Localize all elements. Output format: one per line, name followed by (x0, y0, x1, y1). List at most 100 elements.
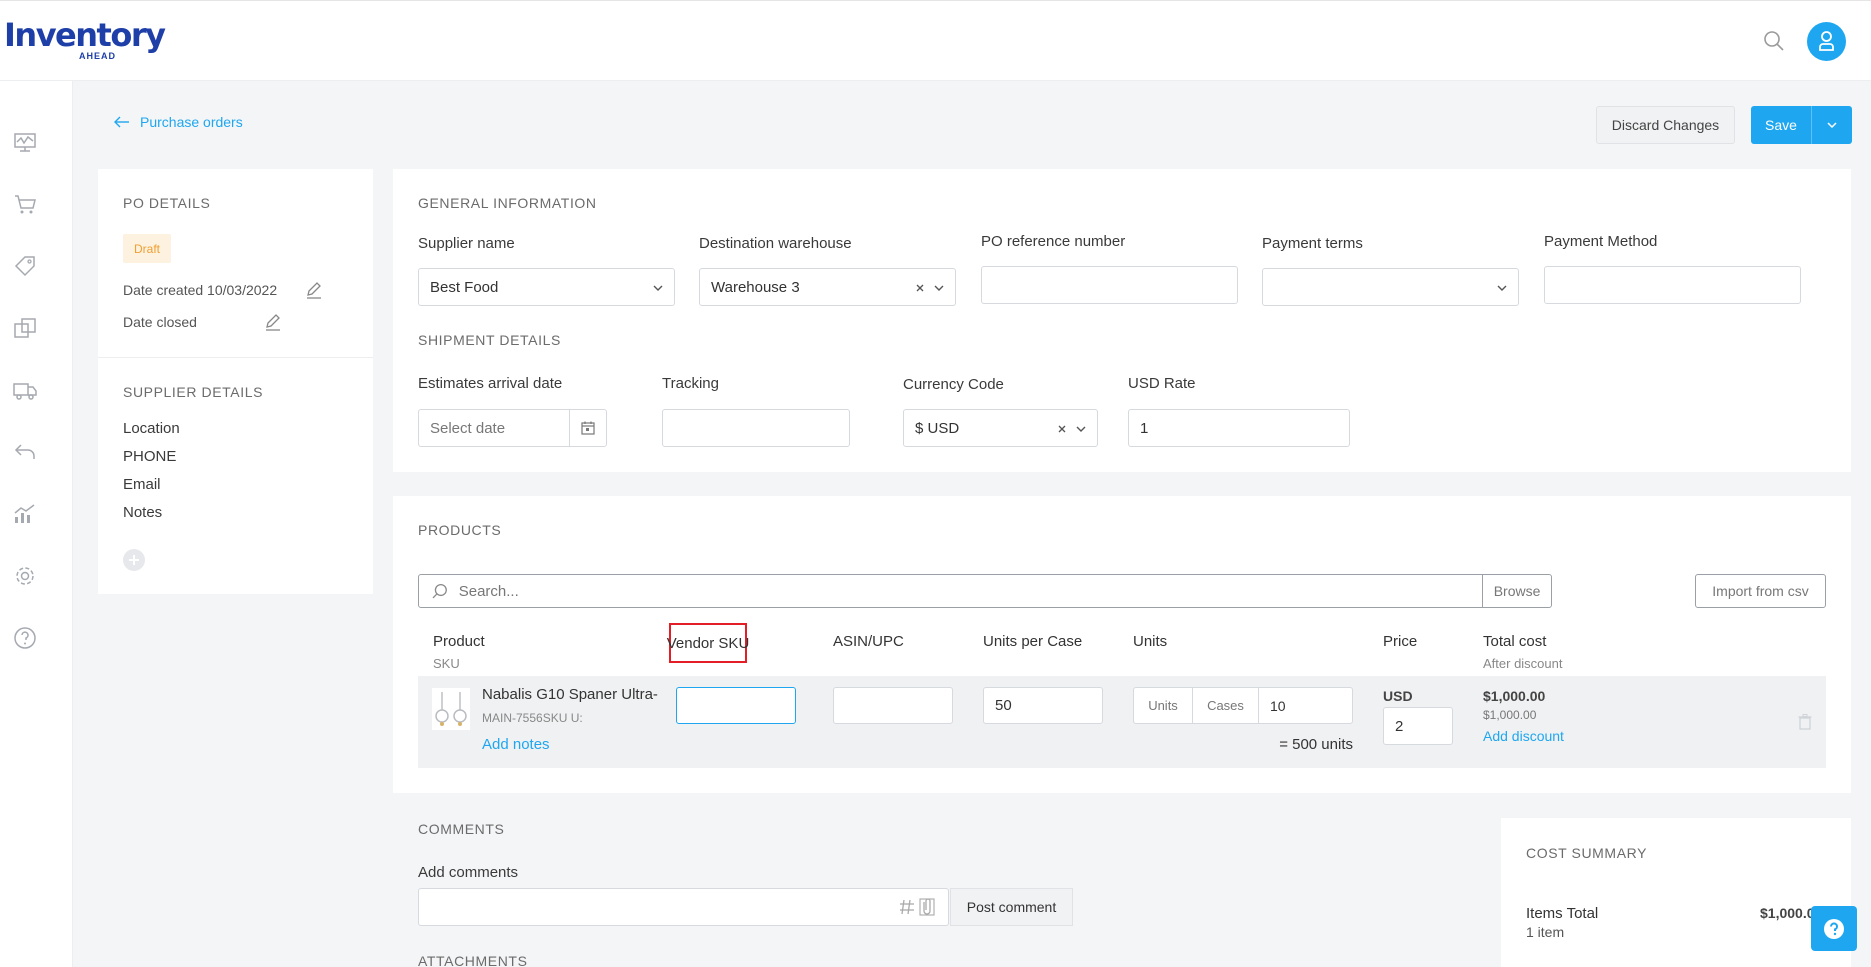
column-subheader-sku: SKU (433, 656, 460, 671)
po-reference-input[interactable] (981, 266, 1238, 304)
calendar-icon (581, 421, 595, 435)
general-info-title: GENERAL INFORMATION (418, 195, 597, 211)
add-supplier-detail-button[interactable] (122, 548, 146, 572)
usd-rate-input[interactable]: 1 (1128, 409, 1350, 447)
warehouse-value: Warehouse 3 (711, 278, 800, 296)
products-title: PRODUCTS (418, 522, 502, 538)
app-logo[interactable]: Inventory AHEAD (4, 19, 166, 61)
tag-icon[interactable] (12, 253, 38, 279)
general-info-card: GENERAL INFORMATION Supplier name Best F… (393, 169, 1851, 472)
usd-rate-label: USD Rate (1128, 375, 1196, 392)
return-icon[interactable] (12, 439, 38, 465)
supplier-notes: Notes (123, 504, 163, 521)
table-row: Nabalis G10 Spaner Ultra- MAIN-7556SKU U… (418, 676, 1826, 768)
import-csv-button[interactable]: Import from csv (1695, 574, 1826, 608)
column-header-asin: ASIN/UPC (833, 633, 904, 650)
tracking-input[interactable] (662, 409, 850, 447)
post-comment-button[interactable]: Post comment (950, 888, 1073, 926)
edit-date-closed-icon[interactable] (264, 313, 282, 331)
arrival-date-placeholder: Select date (430, 419, 506, 437)
analytics-icon[interactable] (12, 501, 38, 527)
hashtag-icon[interactable] (899, 898, 915, 916)
save-button[interactable]: Save (1751, 106, 1812, 144)
supplier-name-select[interactable]: Best Food (418, 268, 675, 306)
add-discount-link[interactable]: Add discount (1483, 728, 1564, 744)
search-icon[interactable] (1762, 29, 1786, 53)
trash-icon[interactable] (1798, 714, 1812, 730)
user-icon (1819, 31, 1834, 51)
column-header-product: Product (433, 633, 485, 650)
total-after-discount: $1,000.00 (1483, 708, 1537, 722)
currency-code-value: $ USD (915, 419, 960, 437)
units-total: = 500 units (1279, 736, 1353, 753)
cases-toggle[interactable]: Cases (1193, 688, 1259, 723)
top-bar: Inventory AHEAD (0, 0, 1871, 81)
warehouse-select[interactable]: Warehouse 3 (699, 268, 956, 306)
supplier-email: Email (123, 476, 161, 493)
discard-changes-button[interactable]: Discard Changes (1596, 106, 1735, 144)
clear-icon[interactable] (915, 283, 925, 293)
tracking-label: Tracking (662, 375, 719, 392)
warehouse-label: Destination warehouse (699, 235, 852, 252)
cost-summary-title: COST SUMMARY (1526, 845, 1648, 861)
date-closed: Date closed (123, 314, 197, 330)
units-toggle[interactable]: Units (1134, 688, 1193, 723)
breadcrumb[interactable]: Purchase orders (114, 114, 243, 130)
vendor-sku-input[interactable] (676, 687, 796, 724)
attachment-icon[interactable] (919, 898, 935, 916)
supplier-phone: PHONE (123, 448, 177, 465)
add-notes-link[interactable]: Add notes (482, 736, 550, 753)
asin-upc-input[interactable] (833, 687, 953, 724)
date-created: Date created 10/03/2022 (123, 282, 278, 298)
column-header-units-per-case: Units per Case (983, 633, 1083, 650)
product-sku: MAIN-7556SKU U: (482, 711, 583, 725)
cases-quantity-input[interactable]: 10 (1259, 698, 1286, 714)
price-input[interactable]: 2 (1383, 707, 1453, 745)
chevron-down-icon (653, 285, 663, 291)
edit-date-created-icon[interactable] (305, 281, 323, 299)
gear-icon[interactable] (12, 563, 38, 589)
truck-icon[interactable] (12, 377, 38, 403)
cart-icon[interactable] (12, 191, 38, 217)
add-comments-label: Add comments (418, 864, 519, 881)
payment-terms-select[interactable] (1262, 268, 1519, 306)
supplier-name-value: Best Food (430, 278, 499, 296)
breadcrumb-link[interactable]: Purchase orders (140, 114, 243, 130)
help-chat-button[interactable] (1811, 906, 1857, 951)
currency-code-label: Currency Code (903, 376, 1004, 393)
arrow-left-icon (114, 116, 129, 128)
units-cases-control: Units Cases 10 (1133, 687, 1353, 724)
save-button-group: Save (1751, 106, 1852, 144)
column-header-price: Price (1383, 633, 1418, 650)
chevron-down-icon (1076, 426, 1086, 432)
user-avatar[interactable] (1807, 22, 1846, 61)
divider (98, 357, 373, 358)
browse-button[interactable]: Browse (1482, 575, 1551, 607)
help-icon[interactable] (12, 625, 38, 651)
help-icon (1824, 918, 1844, 939)
payment-method-input[interactable] (1544, 266, 1801, 304)
clear-icon[interactable] (1057, 424, 1067, 434)
save-options-button[interactable] (1812, 106, 1852, 144)
items-total-value: $1,000.0 (1760, 905, 1815, 921)
currency-code-select[interactable]: $ USD (903, 409, 1098, 447)
product-search-input[interactable]: Search... (459, 583, 1482, 600)
units-per-case-input[interactable]: 50 (983, 687, 1103, 724)
supplier-location: Location (123, 420, 180, 437)
total-cost: $1,000.00 (1483, 688, 1546, 704)
status-badge: Draft (123, 234, 172, 263)
shipment-details-title: SHIPMENT DETAILS (418, 332, 561, 348)
arrival-date-picker[interactable]: Select date (418, 409, 607, 447)
copy-icon[interactable] (12, 315, 38, 341)
logo-sub: AHEAD (79, 51, 117, 61)
items-total-label: Items Total (1526, 905, 1599, 922)
comments-title: COMMENTS (418, 821, 505, 837)
calendar-button[interactable] (569, 410, 606, 446)
attachments-title: ATTACHMENTS (418, 953, 528, 967)
po-details-title: PO DETAILS (123, 195, 211, 211)
items-count: 1 item (1526, 924, 1565, 940)
supplier-details-title: SUPPLIER DETAILS (123, 384, 264, 400)
dashboard-icon[interactable] (12, 129, 38, 155)
po-details-card: PO DETAILS Draft Date created 10/03/2022… (98, 169, 373, 594)
comment-input[interactable] (418, 888, 949, 926)
